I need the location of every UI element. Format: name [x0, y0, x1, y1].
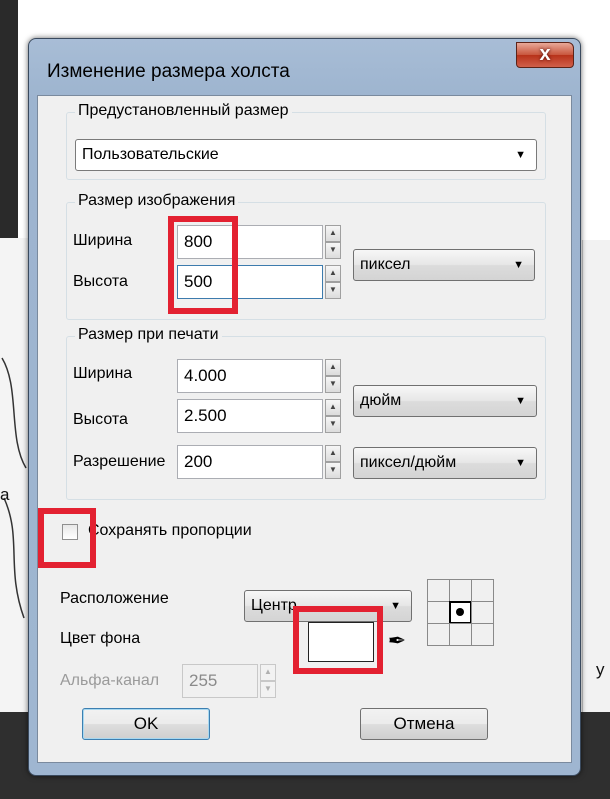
- print-size-group-title: Размер при печати: [75, 326, 222, 344]
- chevron-down-icon: ▼: [515, 149, 526, 161]
- dialog-title: Изменение размера холста: [47, 61, 290, 82]
- background-sketch-lines: [1, 357, 27, 619]
- preset-size-dropdown[interactable]: Пользовательские ▼: [75, 139, 537, 171]
- print-unit-selected: дюйм: [360, 392, 402, 409]
- spin-up-icon[interactable]: ▲: [325, 445, 341, 462]
- alpha-input[interactable]: 255: [182, 664, 258, 698]
- chevron-down-icon: ▼: [515, 395, 526, 407]
- eyedropper-icon[interactable]: ✒: [384, 624, 410, 658]
- image-unit-dropdown[interactable]: пиксел ▼: [353, 249, 535, 281]
- spin-up-icon[interactable]: ▲: [325, 265, 341, 282]
- anchor-top[interactable]: [449, 579, 472, 602]
- spin-up-icon[interactable]: ▲: [325, 399, 341, 416]
- chevron-down-icon: ▼: [515, 457, 526, 469]
- image-size-group: Размер изображения Ширина 800 ▲ ▼ Высота…: [66, 192, 546, 320]
- resolution-input[interactable]: 200: [177, 445, 323, 479]
- print-height-label: Высота: [73, 411, 128, 428]
- alpha-label: Альфа-канал: [60, 672, 160, 689]
- background-letter: у: [596, 660, 605, 679]
- background-letter: а: [0, 485, 10, 504]
- anchor-grid[interactable]: [427, 579, 494, 646]
- spin-down-icon[interactable]: ▼: [325, 416, 341, 433]
- anchor-selected: Центр: [251, 597, 297, 614]
- spin-up-icon[interactable]: ▲: [325, 225, 341, 242]
- resolution-unit-selected: пиксел/дюйм: [360, 454, 457, 471]
- anchor-bottom[interactable]: [449, 623, 472, 646]
- background-document-right: [582, 240, 610, 720]
- image-unit-selected: пиксел: [360, 256, 411, 273]
- highlight-background-color: [293, 606, 383, 674]
- spin-down-icon[interactable]: ▼: [325, 242, 341, 259]
- image-width-label: Ширина: [73, 232, 133, 249]
- anchor-center[interactable]: [449, 601, 472, 624]
- anchor-bottom-left[interactable]: [427, 623, 450, 646]
- anchor-label: Расположение: [60, 590, 169, 607]
- ok-button[interactable]: OK: [82, 708, 210, 740]
- print-width-spinner[interactable]: ▲ ▼: [325, 359, 341, 393]
- resolution-label: Разрешение: [73, 453, 166, 470]
- highlight-size-inputs: [168, 216, 238, 314]
- chevron-down-icon: ▼: [390, 600, 401, 612]
- image-height-label: Высота: [73, 273, 128, 290]
- spin-up-icon[interactable]: ▲: [260, 664, 276, 681]
- print-height-input[interactable]: 2.500: [177, 399, 323, 433]
- spin-up-icon[interactable]: ▲: [325, 359, 341, 376]
- chevron-down-icon: ▼: [513, 259, 524, 271]
- anchor-left[interactable]: [427, 601, 450, 624]
- image-height-spinner[interactable]: ▲ ▼: [325, 265, 341, 299]
- highlight-keep-proportions: [38, 508, 96, 568]
- preset-size-group-title: Предустановленный размер: [75, 102, 292, 120]
- anchor-bottom-right[interactable]: [471, 623, 494, 646]
- alpha-spinner[interactable]: ▲ ▼: [260, 664, 276, 698]
- preset-size-group: Предустановленный размер Пользовательски…: [66, 102, 546, 180]
- print-width-label: Ширина: [73, 365, 133, 382]
- resolution-unit-dropdown[interactable]: пиксел/дюйм ▼: [353, 447, 537, 479]
- spin-down-icon[interactable]: ▼: [325, 376, 341, 393]
- anchor-top-right[interactable]: [471, 579, 494, 602]
- spin-down-icon[interactable]: ▼: [260, 681, 276, 698]
- title-bar[interactable]: Изменение размера холста x: [29, 39, 580, 95]
- print-size-group: Размер при печати Ширина 4.000 ▲ ▼ Высот…: [66, 326, 546, 500]
- image-width-spinner[interactable]: ▲ ▼: [325, 225, 341, 259]
- print-height-spinner[interactable]: ▲ ▼: [325, 399, 341, 433]
- close-button[interactable]: x: [516, 42, 574, 68]
- spin-down-icon[interactable]: ▼: [325, 462, 341, 479]
- preset-size-selected: Пользовательские: [82, 146, 219, 163]
- keep-proportions-label[interactable]: Сохранять пропорции: [88, 522, 252, 540]
- anchor-right[interactable]: [471, 601, 494, 624]
- print-width-input[interactable]: 4.000: [177, 359, 323, 393]
- resolution-spinner[interactable]: ▲ ▼: [325, 445, 341, 479]
- spin-down-icon[interactable]: ▼: [325, 282, 341, 299]
- anchor-top-left[interactable]: [427, 579, 450, 602]
- cancel-button[interactable]: Отмена: [360, 708, 488, 740]
- image-size-group-title: Размер изображения: [75, 192, 239, 210]
- print-unit-dropdown[interactable]: дюйм ▼: [353, 385, 537, 417]
- background-color-label: Цвет фона: [60, 630, 141, 647]
